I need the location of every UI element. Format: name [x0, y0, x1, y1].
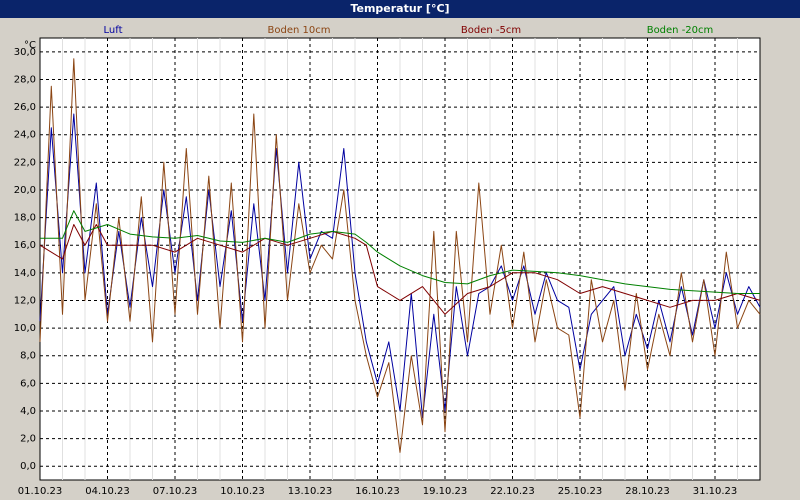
legend-boden-5cm: Boden -5cm — [461, 25, 521, 36]
x-axis-ticks: 01.10.23 04.10.23 07.10.23 10.10.23 13.10.23… — [18, 486, 738, 497]
y-tick-label: 4,0 — [20, 406, 36, 417]
y-tick-label: 10,0 — [14, 323, 36, 334]
y-tick-label: 2,0 — [20, 434, 36, 445]
y-tick-label: 14,0 — [14, 268, 36, 279]
legend-luft: Luft — [104, 25, 123, 36]
y-tick-label: 22,0 — [14, 157, 36, 168]
y-tick-label: 12,0 — [14, 295, 36, 306]
window-title: Temperatur [°C] — [0, 0, 800, 18]
legend-boden-10cm: Boden 10cm — [268, 25, 331, 36]
x-tick-label: 13.10.23 — [288, 486, 333, 497]
chart-window: Temperatur [°C] Luft Boden 10cm Boden -5… — [0, 0, 800, 500]
y-axis-ticks: 0,0 2,0 4,0 6,0 8,0 10,0 12,0 14,0 16,0 18,0 20,0 2… — [14, 47, 36, 472]
y-tick-label: 16,0 — [14, 240, 36, 251]
x-tick-label: 22.10.23 — [490, 486, 535, 497]
x-tick-label: 19.10.23 — [423, 486, 468, 497]
y-tick-label: 30,0 — [14, 47, 36, 58]
legend-boden-20cm: Boden -20cm — [647, 25, 714, 36]
x-tick-label: 16.10.23 — [355, 486, 400, 497]
y-tick-label: 24,0 — [14, 130, 36, 141]
x-tick-label: 25.10.23 — [558, 486, 603, 497]
temperature-chart: Luft Boden 10cm Boden -5cm Boden -20cm °… — [14, 25, 761, 497]
y-tick-label: 18,0 — [14, 213, 36, 224]
y-tick-label: 6,0 — [20, 378, 36, 389]
x-tick-label: 31.10.23 — [693, 486, 738, 497]
x-tick-label: 07.10.23 — [153, 486, 198, 497]
y-tick-label: 20,0 — [14, 185, 36, 196]
x-tick-label: 01.10.23 — [18, 486, 63, 497]
x-tick-label: 10.10.23 — [220, 486, 265, 497]
y-tick-label: 0,0 — [20, 461, 36, 472]
x-tick-label: 04.10.23 — [85, 486, 130, 497]
y-tick-label: 8,0 — [20, 351, 36, 362]
y-tick-label: 28,0 — [14, 74, 36, 85]
y-tick-label: 26,0 — [14, 102, 36, 113]
x-tick-label: 28.10.23 — [625, 486, 670, 497]
